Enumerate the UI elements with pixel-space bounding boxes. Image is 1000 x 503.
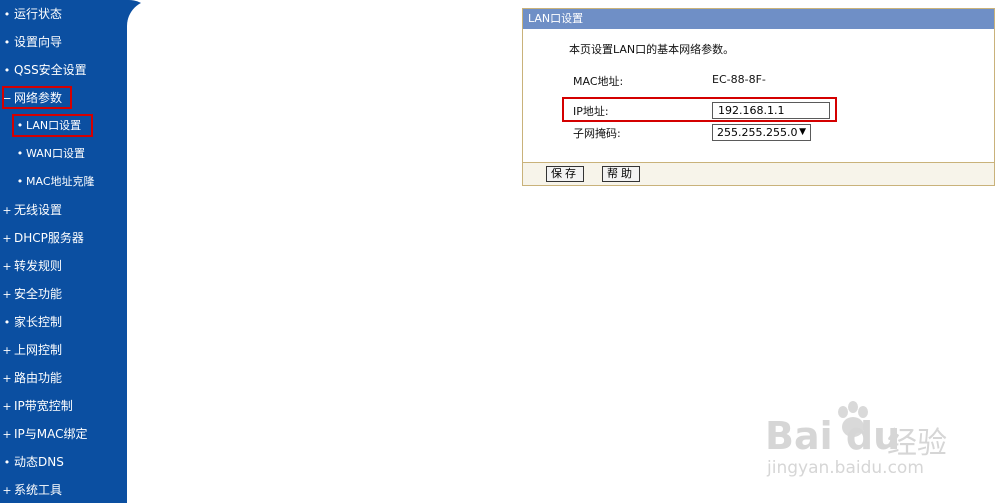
- panel-body: 本页设置LAN口的基本网络参数。 MAC地址: EC-88-8F- IP地址: …: [523, 29, 994, 164]
- sidebar-item-mac-clone[interactable]: • MAC地址克隆: [14, 170, 134, 194]
- sidebar-item-label: 安全功能: [14, 287, 63, 301]
- sidebar-item-setup-wizard[interactable]: • 设置向导: [0, 30, 120, 54]
- sidebar-item-forwarding[interactable]: + 转发规则: [0, 254, 120, 278]
- expand-icon: +: [2, 232, 12, 245]
- watermark-url: jingyan.baidu.com: [767, 458, 924, 478]
- sidebar-item-bandwidth[interactable]: + IP带宽控制: [0, 394, 120, 418]
- expand-icon: +: [2, 260, 12, 273]
- help-button[interactable]: 帮助: [602, 166, 640, 182]
- bullet-icon: •: [3, 64, 11, 77]
- sidebar-item-label: 无线设置: [14, 203, 63, 217]
- lan-settings-panel: LAN口设置 本页设置LAN口的基本网络参数。 MAC地址: EC-88-8F-…: [522, 8, 995, 186]
- bullet-icon: •: [16, 147, 24, 160]
- subnet-label: 子网掩码:: [573, 127, 621, 140]
- sidebar-item-label: WAN口设置: [26, 147, 86, 160]
- bullet-icon: •: [3, 8, 11, 21]
- sidebar-item-label: QSS安全设置: [14, 63, 87, 77]
- router-admin-page: • 运行状态 • 设置向导 • QSS安全设置 − 网络参数 • LAN口设置 • WAN口…: [0, 0, 1000, 503]
- sidebar-item-label: 运行状态: [14, 7, 63, 21]
- sidebar-item-dhcp[interactable]: + DHCP服务器: [0, 226, 120, 250]
- sidebar-item-label: 路由功能: [14, 371, 63, 385]
- watermark-brand: Bai du: [765, 414, 901, 458]
- mac-value: EC-88-8F-: [712, 73, 766, 86]
- subnet-mask-value: 255.255.255.0: [717, 126, 798, 139]
- sidebar-item-label: IP带宽控制: [14, 399, 73, 413]
- expand-icon: +: [2, 400, 12, 413]
- sidebar-item-wireless[interactable]: + 无线设置: [0, 198, 120, 222]
- sidebar-item-label: 设置向导: [14, 35, 63, 49]
- sidebar-item-qss[interactable]: • QSS安全设置: [0, 58, 120, 82]
- sidebar-item-label: MAC地址克隆: [26, 175, 95, 188]
- panel-description: 本页设置LAN口的基本网络参数。: [569, 43, 735, 56]
- sidebar-item-wan[interactable]: • WAN口设置: [14, 142, 134, 166]
- sidebar-item-system-tools[interactable]: + 系统工具: [0, 478, 120, 502]
- sidebar-item-label: 转发规则: [14, 259, 63, 273]
- highlight-ip-address: [562, 97, 837, 122]
- sidebar-item-label: DHCP服务器: [14, 231, 84, 245]
- expand-icon: +: [2, 484, 12, 497]
- dropdown-arrow-icon: ▼: [799, 127, 806, 137]
- bullet-icon: •: [3, 456, 11, 469]
- sidebar-item-label: 家长控制: [14, 315, 63, 329]
- baidu-watermark: Bai du 经验 jingyan.baidu.com: [765, 400, 995, 490]
- highlight-lan-settings: [12, 114, 93, 137]
- sidebar-item-ddns[interactable]: • 动态DNS: [0, 450, 120, 474]
- highlight-network-params: [2, 86, 72, 109]
- expand-icon: +: [2, 428, 12, 441]
- bullet-icon: •: [3, 316, 11, 329]
- subnet-mask-select[interactable]: 255.255.255.0 ▼: [712, 124, 811, 141]
- sidebar-item-security[interactable]: + 安全功能: [0, 282, 120, 306]
- sidebar-item-ip-mac-binding[interactable]: + IP与MAC绑定: [0, 422, 120, 446]
- sidebar-item-routing[interactable]: + 路由功能: [0, 366, 120, 390]
- panel-title: LAN口设置: [523, 9, 994, 29]
- watermark-brand-cn: 经验: [887, 426, 947, 461]
- expand-icon: +: [2, 344, 12, 357]
- expand-icon: +: [2, 204, 12, 217]
- sidebar-item-label: IP与MAC绑定: [14, 427, 88, 441]
- bullet-icon: •: [16, 175, 24, 188]
- mac-label: MAC地址:: [573, 75, 624, 88]
- expand-icon: +: [2, 372, 12, 385]
- panel-footer: 保存 帮助: [523, 162, 994, 185]
- save-button[interactable]: 保存: [546, 166, 584, 182]
- sidebar-item-label: 动态DNS: [14, 455, 64, 469]
- bullet-icon: •: [3, 36, 11, 49]
- sidebar-item-label: 系统工具: [14, 483, 63, 497]
- sidebar-item-label: 上网控制: [14, 343, 63, 357]
- sidebar-item-access-control[interactable]: + 上网控制: [0, 338, 120, 362]
- sidebar-item-parental[interactable]: • 家长控制: [0, 310, 120, 334]
- sidebar-item-status[interactable]: • 运行状态: [0, 2, 120, 26]
- expand-icon: +: [2, 288, 12, 301]
